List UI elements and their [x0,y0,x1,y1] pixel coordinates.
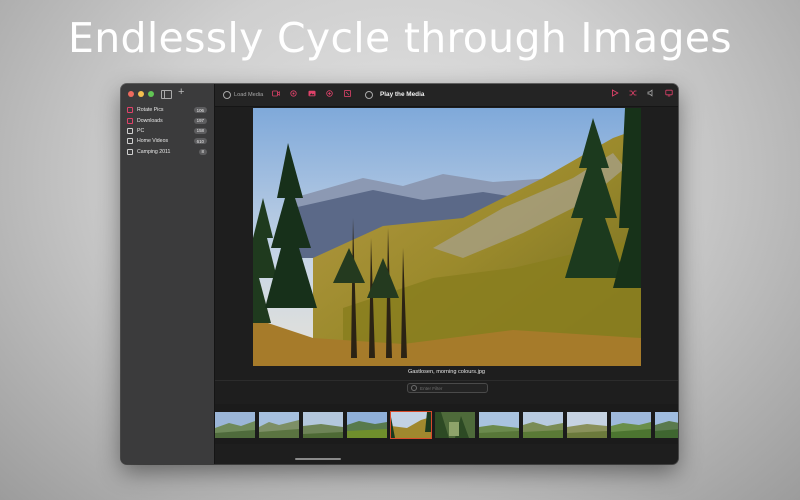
sidebar-item-label: Downloads [137,117,163,124]
thumbnail[interactable] [611,412,651,438]
thumbnail-list [215,411,678,439]
volume-icon[interactable] [647,89,655,99]
sidebar-item-downloads[interactable]: Downloads 197 [127,115,207,125]
sidebar-item-home-videos[interactable]: Home Videos 610 [127,136,207,146]
thumbnail[interactable] [523,412,563,438]
load-media-icon [223,91,231,99]
main-area: Load Media Play the Media Gastlosen, mor… [215,84,678,464]
load-media-button[interactable]: Load Media [223,90,263,100]
count-badge: 610 [193,138,207,145]
add-folder-button[interactable]: + [178,86,184,98]
toolbar: Load Media Play the Media [215,84,678,107]
thumbnail-strip [215,404,678,444]
search-icon [411,385,417,391]
sidebar-item-label: Rotate Pics [137,107,164,114]
zoom-button[interactable] [148,91,154,97]
thumbnail[interactable] [259,412,299,438]
timer-icon[interactable] [365,90,373,99]
thumbnail[interactable] [567,412,607,438]
folder-checkbox[interactable] [127,107,133,114]
video-icon[interactable] [272,90,280,101]
sidebar-item-camping-2011[interactable]: Camping 2011 8 [127,147,207,157]
folder-checkbox[interactable] [127,127,133,134]
count-badge: 106 [193,107,207,114]
folder-checkbox[interactable] [127,138,133,145]
sidebar-item-label: PC [137,127,145,134]
thumbnail-selected[interactable] [390,411,432,439]
sidebar-item-rotate-pics[interactable]: Rotate Pics 106 [127,105,207,115]
count-badge: 8 [198,148,207,155]
play-icon[interactable] [611,89,619,99]
thumbnail[interactable] [435,412,475,438]
close-button[interactable] [128,91,134,97]
gif-icon[interactable] [326,90,333,101]
folder-checkbox[interactable] [127,148,133,155]
folder-list: Rotate Pics 106 Downloads 197 PC 158 Hom… [127,105,207,157]
sidebar-item-pc[interactable]: PC 158 [127,126,207,136]
filter-placeholder: Enter Filter [420,385,443,391]
play-media-label[interactable]: Play the Media [380,90,424,100]
app-window: + Rotate Pics 106 Downloads 197 PC 158 H… [121,84,678,464]
image-caption: Gastlosen, morning colours.jpg [407,369,486,375]
live-icon[interactable] [290,90,297,101]
shuffle-icon[interactable] [629,89,637,99]
count-badge: 197 [193,117,207,124]
divider [215,380,678,381]
crop-icon[interactable] [344,90,351,101]
thumbnail[interactable] [303,412,343,438]
thumbnail[interactable] [479,412,519,438]
folder-checkbox[interactable] [127,117,133,124]
promo-headline: Endlessly Cycle through Images [68,14,732,62]
window-controls [128,91,154,97]
minimize-button[interactable] [138,91,144,97]
sidebar-item-label: Home Videos [137,138,169,145]
photo-icon[interactable] [308,90,316,101]
load-media-label: Load Media [234,92,264,98]
filter-field[interactable]: Enter Filter [407,383,488,393]
thumbnail[interactable] [215,412,255,438]
thumbnail[interactable] [655,412,678,438]
image-viewer[interactable] [253,108,641,366]
horizontal-scrollbar[interactable] [295,458,341,460]
landscape-photo [253,108,641,366]
sidebar-item-label: Camping 2011 [137,148,171,155]
sidebar: + Rotate Pics 106 Downloads 197 PC 158 H… [121,84,215,464]
display-icon[interactable] [665,89,673,99]
sidebar-toggle-icon[interactable] [161,90,172,99]
count-badge: 158 [193,127,207,134]
thumbnail[interactable] [347,412,387,438]
